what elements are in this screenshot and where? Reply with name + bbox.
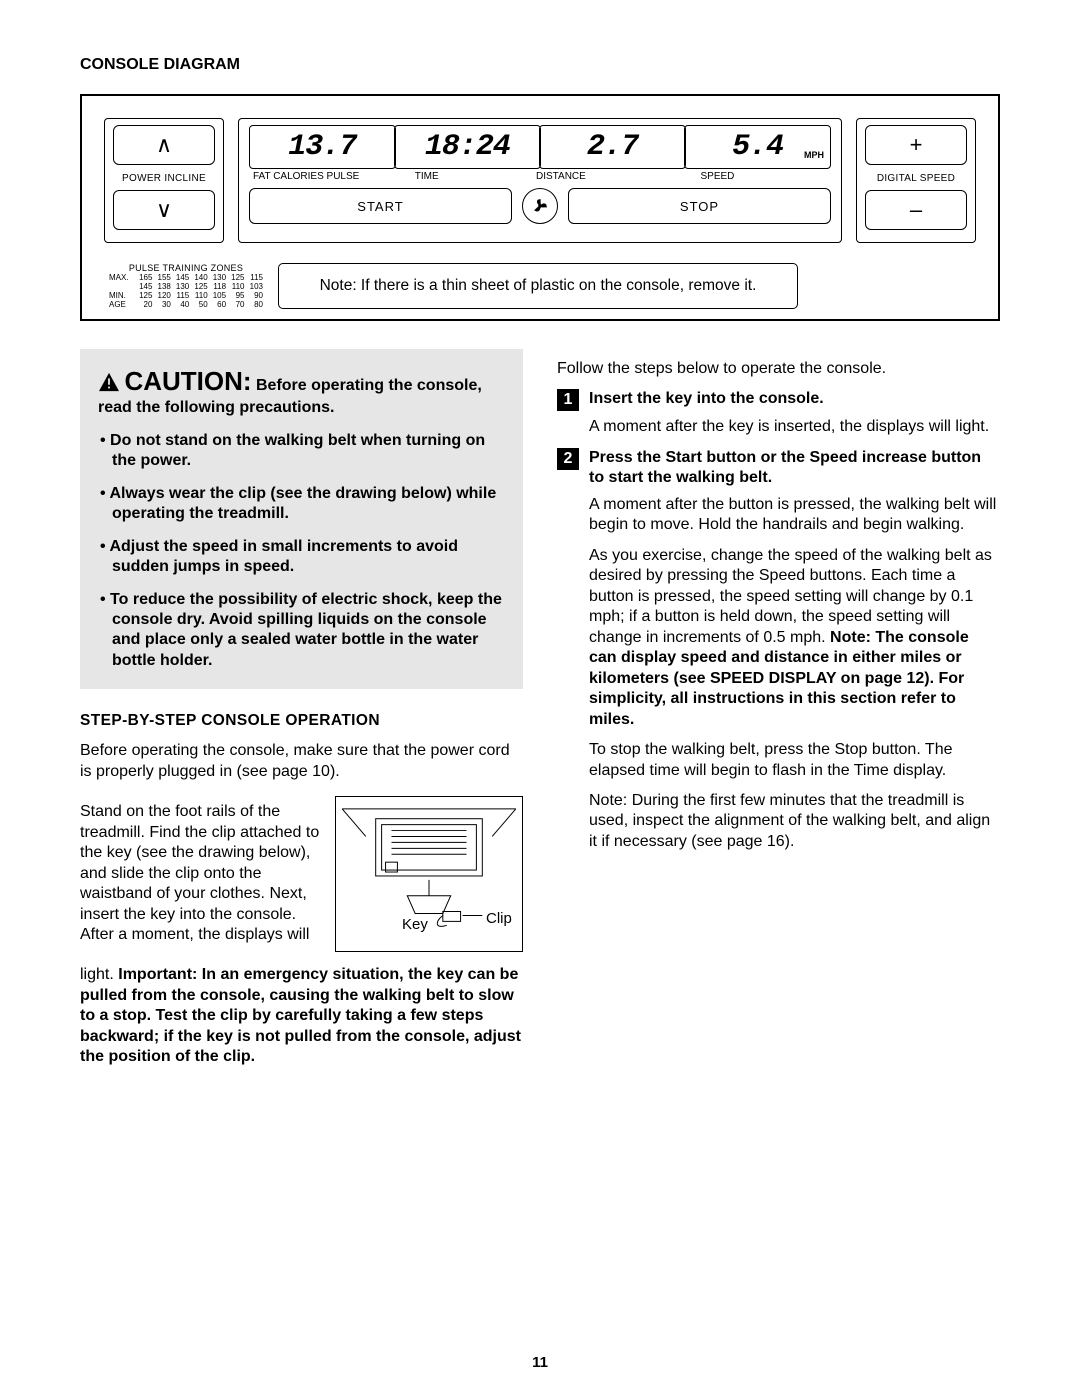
stop-button[interactable]: STOP bbox=[568, 188, 831, 224]
step-number: 2 bbox=[557, 448, 579, 470]
time-readout: 18:24 bbox=[394, 125, 541, 169]
distance-label: DISTANCE bbox=[514, 171, 667, 182]
step-body: To stop the walking belt, press the Stop… bbox=[589, 740, 1000, 781]
key-label: Key bbox=[402, 915, 428, 934]
table-row: AGE 20 30 40 50 60 70 80 bbox=[108, 300, 264, 309]
step-title: Press the Start button or the Speed incr… bbox=[589, 448, 1000, 489]
step-item: 2 Press the Start button or the Speed in… bbox=[557, 448, 1000, 489]
speed-label: SPEED bbox=[667, 171, 832, 182]
left-column: CAUTION: Before operating the console, r… bbox=[80, 349, 523, 1078]
pulse-training-zones: PULSE TRAINING ZONES MAX. 165 155 145 14… bbox=[104, 263, 264, 309]
clip-label: Clip bbox=[486, 909, 512, 928]
digital-speed-panel: + DIGITAL SPEED – bbox=[856, 118, 976, 243]
paragraph: Before operating the console, make sure … bbox=[80, 741, 523, 782]
speed-minus-button[interactable]: – bbox=[865, 190, 967, 230]
incline-up-button[interactable]: ∧ bbox=[113, 125, 215, 165]
power-incline-panel: ∧ POWER INCLINE ∨ bbox=[104, 118, 224, 243]
page-number: 11 bbox=[0, 1354, 1080, 1371]
important-note: Important: In an emergency situation, th… bbox=[80, 966, 521, 1065]
fan-button[interactable] bbox=[522, 188, 558, 224]
table-row: 145 138 130 125 118 110 103 bbox=[108, 282, 264, 291]
step-by-step-heading: STEP-BY-STEP CONSOLE OPERATION bbox=[80, 711, 523, 731]
paragraph: Follow the steps below to operate the co… bbox=[557, 359, 1000, 379]
caution-bullet: • Do not stand on the walking belt when … bbox=[98, 431, 505, 472]
speed-value: 5.4 bbox=[732, 130, 783, 164]
caution-bullet: • Always wear the clip (see the drawing … bbox=[98, 484, 505, 525]
time-label: TIME bbox=[362, 171, 493, 182]
speed-plus-button[interactable]: + bbox=[865, 125, 967, 165]
readouts-panel: 13.7 18:24 2.7 5.4 MPH FAT CALORIES PULS… bbox=[238, 118, 842, 243]
step-number: 1 bbox=[557, 389, 579, 411]
warning-icon bbox=[98, 372, 120, 392]
caution-heading: CAUTION: bbox=[124, 366, 251, 396]
key-clip-figure: Key Clip bbox=[335, 796, 523, 952]
zones-title: PULSE TRAINING ZONES bbox=[108, 263, 264, 273]
incline-down-button[interactable]: ∨ bbox=[113, 190, 215, 230]
distance-readout: 2.7 bbox=[539, 125, 686, 169]
step-body: As you exercise, change the speed of the… bbox=[589, 546, 1000, 730]
page-title: CONSOLE DIAGRAM bbox=[80, 56, 1000, 74]
step-body: Note: During the first few minutes that … bbox=[589, 791, 1000, 852]
step-title: Insert the key into the console. bbox=[589, 389, 824, 411]
zones-table: MAX. 165 155 145 140 130 125 115 145 138… bbox=[108, 273, 264, 309]
spacer bbox=[812, 263, 942, 309]
paragraph-plain: light. bbox=[80, 966, 118, 983]
paragraph: light. Important: In an emergency situat… bbox=[80, 965, 523, 1067]
fan-icon bbox=[530, 196, 550, 216]
power-incline-label: POWER INCLINE bbox=[113, 173, 215, 184]
caution-bullet: • Adjust the speed in small increments t… bbox=[98, 537, 505, 578]
caution-bullet: • To reduce the possibility of electric … bbox=[98, 590, 505, 672]
fcp-readout: 13.7 bbox=[249, 125, 396, 169]
step-body: A moment after the key is inserted, the … bbox=[589, 417, 1000, 437]
digital-speed-label: DIGITAL SPEED bbox=[865, 173, 967, 184]
mph-label: MPH bbox=[804, 150, 824, 160]
caution-box: CAUTION: Before operating the console, r… bbox=[80, 349, 523, 689]
console-diagram: ∧ POWER INCLINE ∨ 13.7 18:24 2.7 5.4 MPH… bbox=[80, 94, 1000, 321]
step-item: 1 Insert the key into the console. bbox=[557, 389, 1000, 411]
table-row: MIN. 125 120 115 110 105 95 90 bbox=[108, 291, 264, 300]
table-row: MAX. 165 155 145 140 130 125 115 bbox=[108, 273, 264, 282]
console-note: Note: If there is a thin sheet of plasti… bbox=[278, 263, 798, 309]
start-button[interactable]: START bbox=[249, 188, 512, 224]
step-body: A moment after the button is pressed, th… bbox=[589, 495, 1000, 536]
speed-readout: 5.4 MPH bbox=[684, 125, 831, 169]
paragraph: Stand on the foot rails of the treadmill… bbox=[80, 802, 323, 945]
right-column: Follow the steps below to operate the co… bbox=[557, 349, 1000, 1078]
